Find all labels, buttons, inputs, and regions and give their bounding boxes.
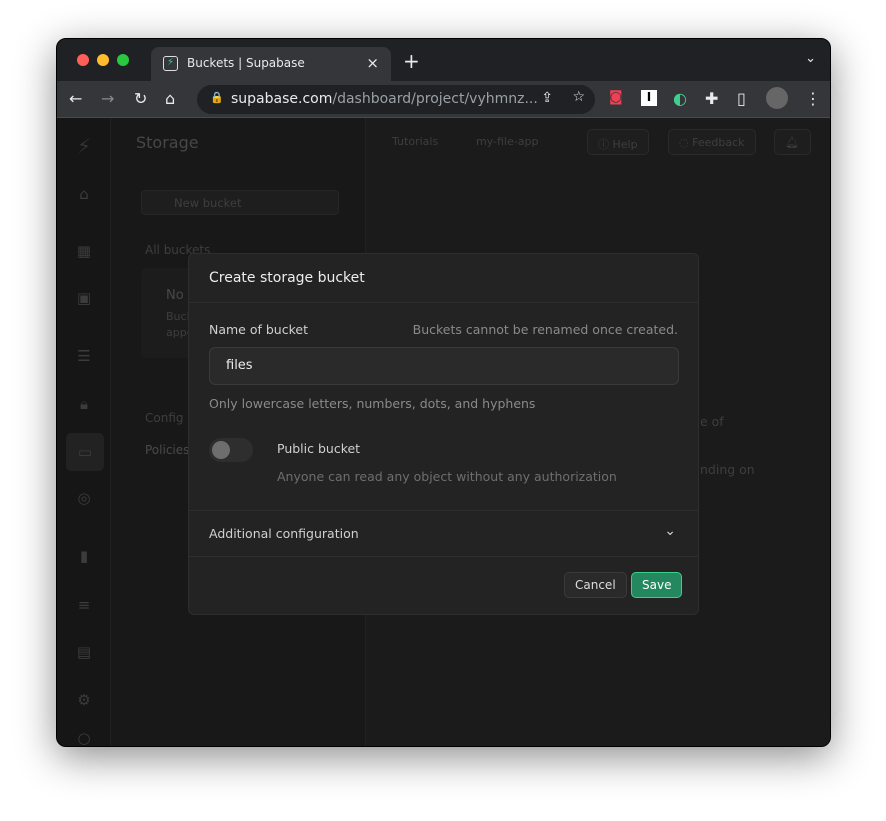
breadcrumb-tutorials[interactable]: Tutorials xyxy=(392,135,438,148)
profile-avatar[interactable] xyxy=(766,87,788,109)
modal-title: Create storage bucket xyxy=(189,254,698,303)
additional-configuration-toggle[interactable]: Additional configuration ⌄ xyxy=(189,511,698,556)
database-icon[interactable]: ☰ xyxy=(74,347,94,367)
section-title: Storage xyxy=(136,133,199,152)
bucket-name-input[interactable]: files xyxy=(209,347,679,385)
browser-tab[interactable]: ⚡ Buckets | Supabase × xyxy=(151,47,391,81)
home-icon[interactable]: ⌂ xyxy=(165,89,175,108)
edge-functions-icon[interactable]: ◎ xyxy=(74,489,94,509)
sql-editor-icon[interactable]: ▣ xyxy=(74,289,94,309)
reload-icon[interactable]: ↻ xyxy=(134,89,147,108)
forward-icon[interactable]: → xyxy=(101,89,114,108)
new-tab-icon[interactable]: + xyxy=(403,49,420,73)
help-button[interactable]: ⓘ Help xyxy=(587,129,649,155)
table-editor-icon[interactable]: ▦ xyxy=(74,242,94,262)
nav-rail: ⚡ ⌂ ▦ ▣ ☰ 🔒︎ ▭ ◎ ▮ ≡ ▤ ⚙ ○ xyxy=(57,118,111,746)
address-bar[interactable]: 🔒 supabase.com/dashboard/project/vyhmnz.… xyxy=(197,85,595,114)
close-tab-icon[interactable]: × xyxy=(366,54,379,72)
auth-icon[interactable]: 🔒︎ xyxy=(74,395,94,415)
create-bucket-modal: Create storage bucket Name of bucket Buc… xyxy=(188,253,699,615)
bookmark-star-icon[interactable]: ☆ xyxy=(572,89,585,105)
new-bucket-button[interactable]: New bucket xyxy=(141,190,339,215)
lock-icon: 🔒 xyxy=(210,91,224,104)
menu-kebab-icon[interactable]: ⋮ xyxy=(805,89,821,108)
public-bucket-toggle[interactable] xyxy=(209,438,253,462)
search-icon[interactable]: ○ xyxy=(74,729,94,746)
share-icon[interactable]: ⇪ xyxy=(541,90,553,106)
reports-icon[interactable]: ▮ xyxy=(74,547,94,567)
close-window-button[interactable] xyxy=(77,54,89,66)
feedback-button[interactable]: ◌ Feedback xyxy=(668,129,756,155)
chevron-down-icon: ⌄ xyxy=(664,523,676,539)
maximize-window-button[interactable] xyxy=(117,54,129,66)
minimize-window-button[interactable] xyxy=(97,54,109,66)
browser-window: ⚡ Buckets | Supabase × + ⌄ ← → ↻ ⌂ 🔒 sup… xyxy=(56,38,831,747)
storage-nav-icon[interactable]: ▭ xyxy=(66,433,104,471)
extension-icon[interactable]: ◐ xyxy=(673,89,687,108)
supabase-favicon-icon: ⚡ xyxy=(163,56,178,71)
tab-search-chevron-icon[interactable]: ⌄ xyxy=(805,51,816,66)
instapaper-icon[interactable]: I xyxy=(641,90,657,106)
save-button[interactable]: Save xyxy=(631,572,683,598)
notifications-bell-icon[interactable]: 🔔︎ xyxy=(774,129,811,155)
policies-link[interactable]: Policies xyxy=(145,443,189,457)
cancel-button[interactable]: Cancel xyxy=(564,572,627,598)
back-icon[interactable]: ← xyxy=(69,89,82,108)
home-nav-icon[interactable]: ⌂ xyxy=(74,185,94,205)
browser-toolbar: ← → ↻ ⌂ 🔒 supabase.com/dashboard/project… xyxy=(57,81,830,118)
side-panel-icon[interactable]: ▯ xyxy=(737,89,746,108)
breadcrumb-project[interactable]: my-file-app xyxy=(476,135,538,148)
settings-icon[interactable]: ⚙ xyxy=(74,691,94,711)
tab-bar: ⚡ Buckets | Supabase × + ⌄ xyxy=(57,39,830,81)
api-docs-icon[interactable]: ▤ xyxy=(74,643,94,663)
supabase-app: ⚡ ⌂ ▦ ▣ ☰ 🔒︎ ▭ ◎ ▮ ≡ ▤ ⚙ ○ Storage New b… xyxy=(57,118,830,746)
extensions-puzzle-icon[interactable]: ✚ xyxy=(705,89,718,108)
supabase-logo-icon[interactable]: ⚡ xyxy=(74,134,94,158)
pocket-icon[interactable]: ◙ xyxy=(609,89,623,105)
logs-icon[interactable]: ≡ xyxy=(74,596,94,616)
